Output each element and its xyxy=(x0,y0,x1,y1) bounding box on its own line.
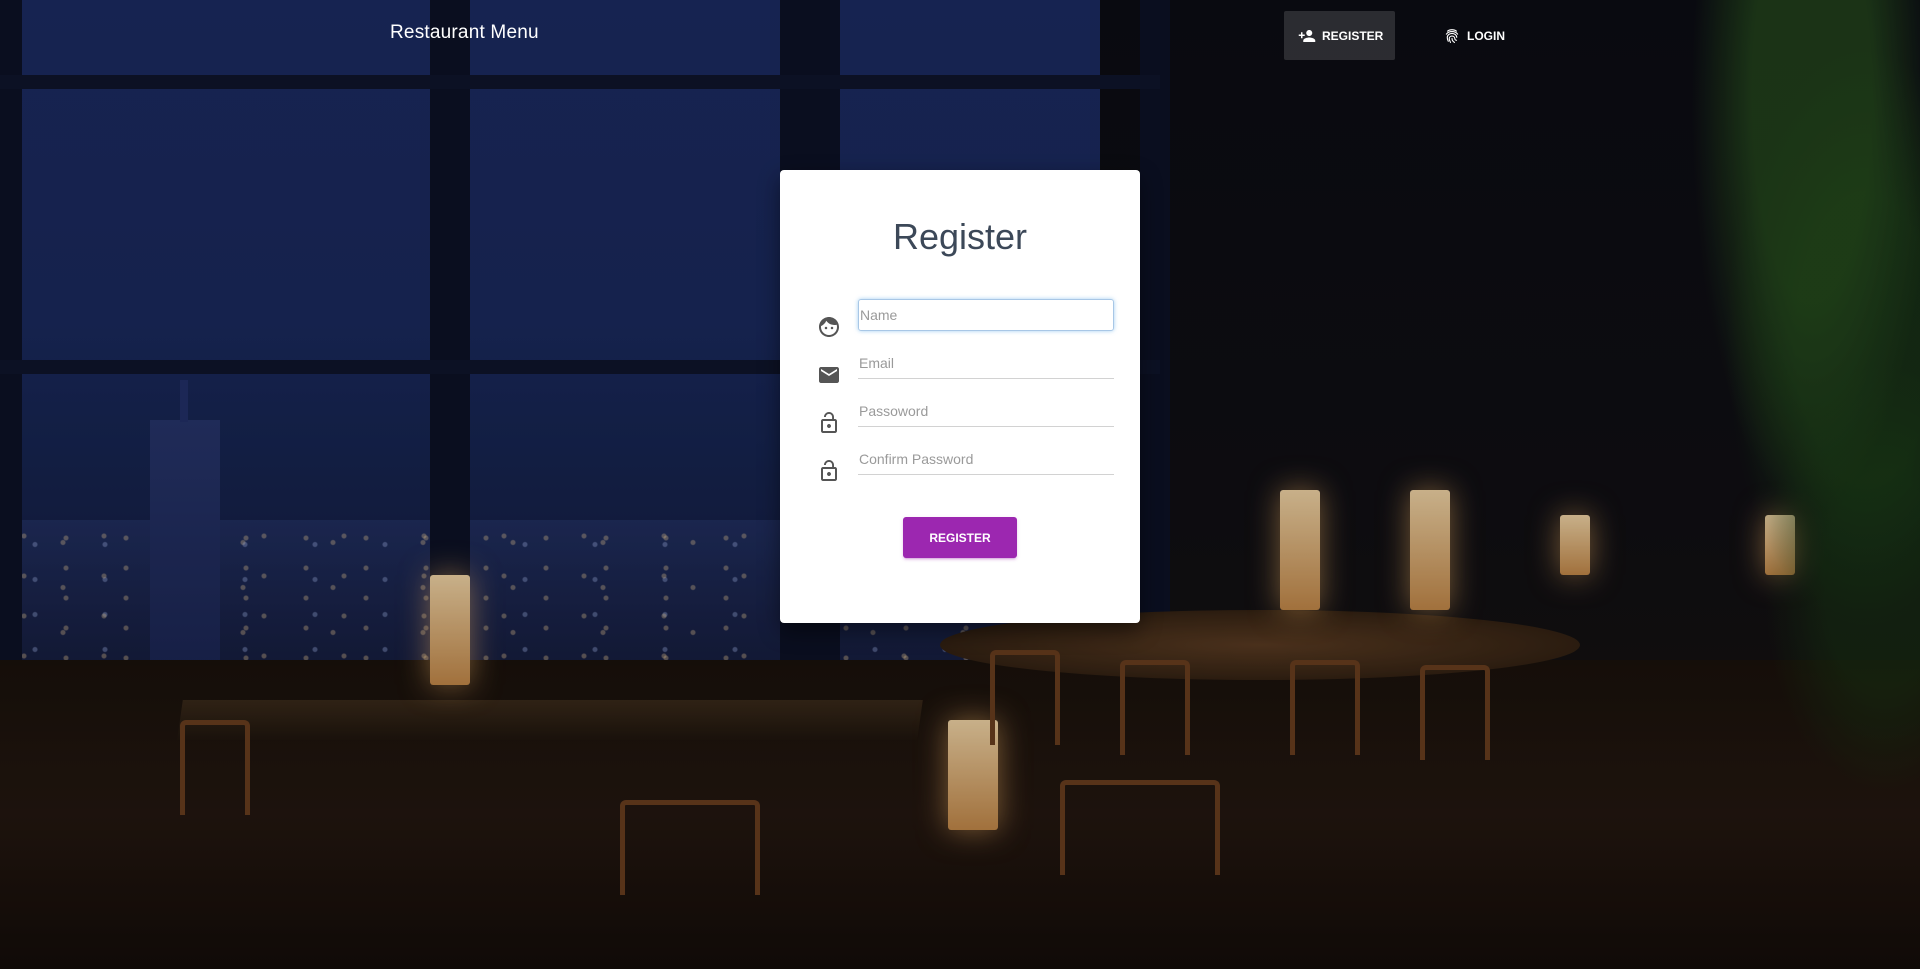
register-title: Register xyxy=(892,216,1028,257)
person-add-icon xyxy=(1298,27,1316,45)
name-field-group xyxy=(817,299,1115,339)
lock-icon xyxy=(817,459,841,483)
email-input[interactable] xyxy=(858,347,1114,379)
fingerprint-icon xyxy=(1443,27,1461,45)
nav-register-label: REGISTER xyxy=(1322,28,1384,43)
lock-icon xyxy=(817,411,841,435)
confirm-password-field-group xyxy=(817,443,1115,483)
confirm-password-input[interactable] xyxy=(858,443,1114,475)
nav-login-button[interactable]: LOGIN xyxy=(1429,11,1519,60)
face-icon xyxy=(817,315,841,339)
mail-icon xyxy=(817,363,841,387)
nav-login-label: LOGIN xyxy=(1467,28,1505,43)
name-input[interactable] xyxy=(858,299,1114,331)
register-submit-button[interactable]: REGISTER xyxy=(903,517,1017,558)
password-input[interactable] xyxy=(858,395,1114,427)
nav-register-button[interactable]: REGISTER xyxy=(1284,11,1395,60)
register-card: Register REGISTER xyxy=(780,170,1140,623)
top-navbar: Restaurant Menu REGISTER LOGIN xyxy=(0,0,1920,70)
password-field-group xyxy=(817,395,1115,435)
brand-title[interactable]: Restaurant Menu xyxy=(390,22,539,44)
email-field-group xyxy=(817,347,1115,387)
